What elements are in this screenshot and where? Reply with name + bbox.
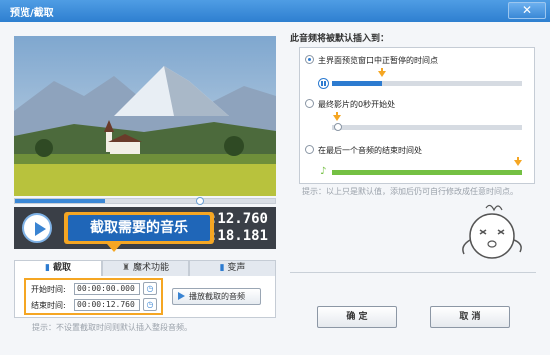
option-last-audio-bar — [332, 170, 522, 175]
play-button[interactable] — [22, 213, 52, 243]
tab-voice-label: 变声 — [227, 263, 246, 273]
option-pause-point-label[interactable]: 主界面预览窗口中正暂停的时间点 — [318, 55, 438, 66]
window-title: 预览/截取 — [10, 8, 54, 19]
divider — [290, 272, 536, 273]
tab-magic[interactable]: ♜ 魔术功能 — [102, 260, 189, 276]
tab-voice[interactable]: ▮ 变声 — [189, 260, 276, 276]
mascot-doodle-icon — [462, 204, 522, 259]
end-time-label: 结束时间: — [31, 301, 66, 310]
callout-banner: 截取需要的音乐 — [64, 212, 214, 244]
scissors-icon: ▮ — [44, 263, 50, 273]
callout-pointer — [107, 244, 121, 252]
tab-bar: ▮ 截取 ♜ 魔术功能 ▮ 变声 — [14, 260, 276, 276]
arrow-down-icon — [514, 160, 522, 166]
clock-icon: ◷ — [146, 300, 154, 309]
ok-button[interactable]: 确 定 — [317, 306, 397, 328]
option-video-start-marker — [334, 123, 342, 131]
callout-text: 截取需要的音乐 — [68, 215, 210, 241]
start-time-set-button[interactable]: ◷ — [143, 282, 157, 295]
arrow-down-icon — [378, 71, 386, 77]
play-clip-button[interactable]: 播放截取的音频 — [172, 288, 261, 305]
arrow-down-icon — [333, 115, 341, 121]
insert-hint: 提示：以上只是默认值，添加后仍可自行修改成任意时间点。 — [302, 187, 518, 196]
close-button[interactable]: ✕ — [508, 2, 546, 19]
start-time-label: 开始时间: — [31, 285, 66, 294]
landscape-image — [14, 36, 276, 196]
end-time-set-button[interactable]: ◷ — [143, 298, 157, 311]
option-last-audio-radio[interactable] — [305, 145, 314, 154]
clock-icon: ◷ — [146, 284, 154, 293]
magic-hat-icon: ♜ — [122, 263, 131, 273]
clip-hint: 提示：不设置截取时间则默认插入整段音频。 — [32, 323, 192, 332]
tab-clip-label: 截取 — [53, 263, 72, 273]
insert-options-title: 此音频将被默认插入到： — [290, 34, 390, 44]
video-preview — [14, 36, 276, 196]
progress-fill — [15, 199, 105, 203]
start-time-input[interactable]: 00:00:00.000 — [74, 283, 140, 295]
tab-magic-label: 魔术功能 — [132, 263, 169, 273]
title-bar: 预览/截取 ✕ — [0, 0, 550, 22]
progress-handle[interactable] — [196, 197, 204, 205]
tab-clip[interactable]: ▮ 截取 — [14, 260, 102, 276]
close-icon: ✕ — [521, 3, 533, 17]
music-note-icon: ♪ — [320, 166, 327, 177]
option-video-start-radio[interactable] — [305, 99, 314, 108]
option-video-start-bar — [332, 125, 522, 130]
end-time-input[interactable]: 00:00:12.760 — [74, 299, 140, 311]
option-pause-point-radio[interactable] — [305, 55, 314, 64]
cancel-button[interactable]: 取 消 — [430, 306, 510, 328]
option-video-start-label[interactable]: 最终影片的0秒开始处 — [318, 99, 395, 110]
voice-icon: ▮ — [219, 263, 225, 273]
option-pause-point-bar-fill — [332, 81, 382, 86]
option-last-audio-label[interactable]: 在最后一个音频的结束时间处 — [318, 145, 422, 156]
